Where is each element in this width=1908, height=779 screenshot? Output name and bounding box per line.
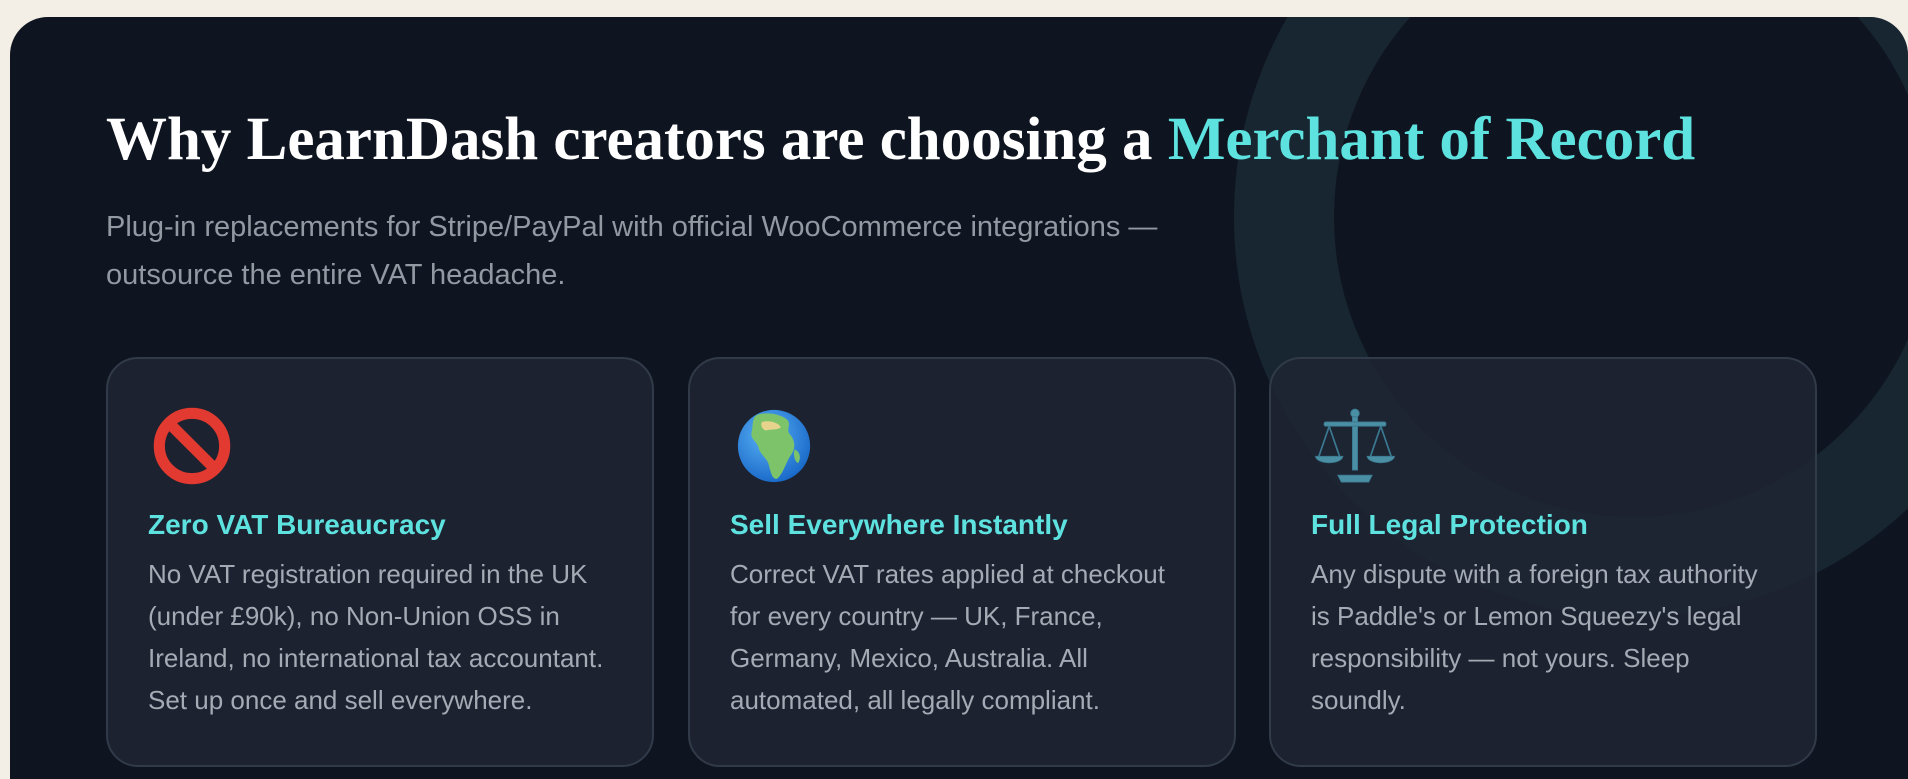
card-description: No VAT registration required in the UK (…	[148, 559, 604, 715]
feature-card-sell-everywhere: Sell Everywhere Instantly Correct VAT ra…	[688, 357, 1236, 767]
feature-card-legal-protection: Full Legal Protection Any dispute with a…	[1269, 357, 1817, 767]
card-title: Full Legal Protection	[1311, 509, 1588, 540]
balance-scale-icon	[1314, 408, 1396, 483]
prohibited-icon	[153, 407, 231, 485]
card-description: Any dispute with a foreign tax authority…	[1311, 559, 1758, 715]
globe-africa-icon	[737, 409, 811, 483]
card-title: Zero VAT Bureaucracy	[148, 509, 446, 540]
card-title: Sell Everywhere Instantly	[730, 509, 1068, 540]
card-description: Correct VAT rates applied at checkout fo…	[730, 559, 1165, 715]
heading-highlight: Merchant of Record	[1167, 106, 1696, 173]
mor-benefits-section: Why LearnDash creators are choosing a Me…	[10, 17, 1908, 779]
feature-card-zero-vat: Zero VAT Bureaucracy No VAT registration…	[106, 357, 654, 767]
heading-prefix: Why LearnDash creators are choosing a	[106, 106, 1168, 173]
section-subtitle: Plug-in replacements for Stripe/PayPal w…	[106, 211, 1158, 291]
section-content: Why LearnDash creators are choosing a Me…	[106, 17, 1908, 779]
section-heading: Why LearnDash creators are choosing a Me…	[106, 103, 1695, 176]
